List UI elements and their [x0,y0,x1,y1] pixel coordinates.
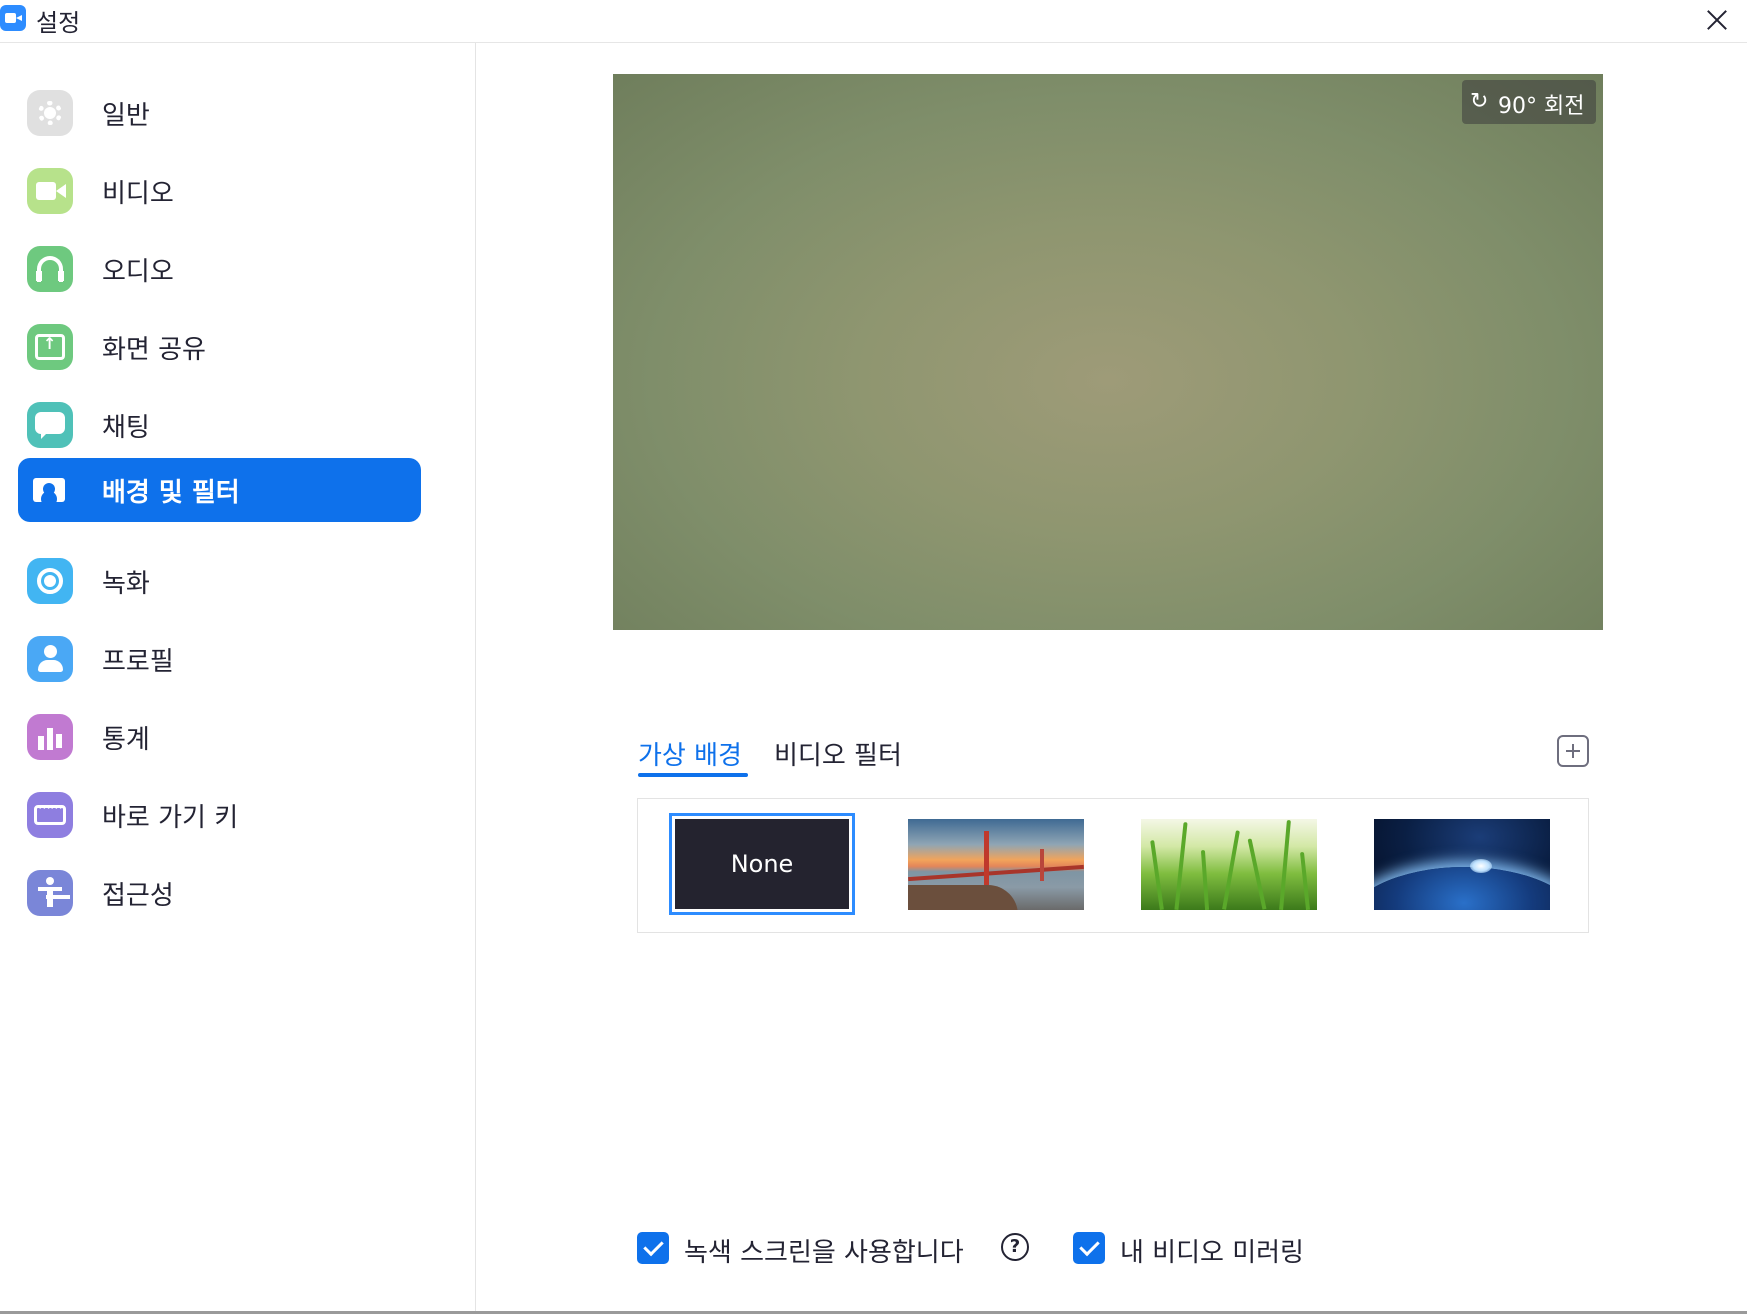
sidebar-item-label: 바로 가기 키 [102,803,239,833]
grass-blade-shape [1150,840,1164,910]
sidebar-item-shortcuts[interactable]: 바로 가기 키 [18,783,421,847]
sidebar-item-label: 녹화 [102,569,150,599]
bridge-tower-shape [984,831,989,885]
sidebar-item-label: 배경 및 필터 [102,478,240,508]
profile-icon [27,636,73,682]
gear-icon [27,90,73,136]
background-portrait-icon [27,467,73,513]
bridge-tower-shape [1040,849,1044,881]
rotate-icon: ↻ [1470,89,1489,114]
background-earth-thumbnail[interactable] [1374,819,1550,910]
grass-blade-shape [1200,849,1210,910]
settings-sidebar: 일반 비디오 오디오 화면 공유 채팅 배경 및 필터 녹화 프로필 통계 바로… [0,43,476,1311]
sidebar-item-label: 화면 공유 [102,335,206,365]
bridge-deck-shape [908,864,1084,882]
sidebar-item-audio[interactable]: 오디오 [18,237,421,301]
rotate-90-button[interactable]: ↻ 90° 회전 [1462,80,1596,124]
sidebar-item-label: 통계 [102,725,150,755]
earth-shape [1374,867,1550,910]
grass-blade-shape [1247,838,1267,910]
grass-blade-shape [1279,819,1291,910]
sidebar-item-label: 오디오 [102,257,174,287]
sidebar-item-label: 접근성 [102,881,174,911]
tab-virtual-background[interactable]: 가상 배경 [638,735,742,772]
mirror-video-label: 내 비디오 미러링 [1120,1238,1304,1268]
keyboard-icon [27,792,73,838]
close-icon[interactable] [1700,3,1734,37]
record-icon [27,558,73,604]
sidebar-item-label: 프로필 [102,647,174,677]
video-camera-icon [27,168,73,214]
active-tab-indicator [638,773,748,777]
sidebar-item-accessibility[interactable]: 접근성 [18,861,421,925]
rotate-label: 90° 회전 [1498,94,1585,119]
help-icon[interactable]: ? [1001,1233,1029,1261]
tab-video-filters[interactable]: 비디오 필터 [774,735,902,772]
background-grass-thumbnail[interactable] [1141,819,1317,910]
sun-glow-shape [1470,859,1492,873]
sidebar-item-label: 일반 [102,101,150,131]
sidebar-item-share-screen[interactable]: 화면 공유 [18,315,421,379]
bar-chart-icon [27,714,73,760]
sidebar-item-general[interactable]: 일반 [18,81,421,145]
background-golden-gate-thumbnail[interactable] [908,819,1084,910]
sidebar-item-recording[interactable]: 녹화 [18,549,421,613]
hill-shape [908,885,1018,910]
sidebar-item-statistics[interactable]: 통계 [18,705,421,769]
window-title: 설정 [36,9,81,37]
grass-blade-shape [1299,851,1311,910]
grass-blade-shape [1222,830,1240,910]
sidebar-item-label: 비디오 [102,179,174,209]
video-preview [613,74,1603,630]
sidebar-item-profile[interactable]: 프로필 [18,627,421,691]
headphones-icon [27,246,73,292]
sidebar-item-background-filters[interactable]: 배경 및 필터 [18,458,421,522]
zoom-camera-icon [0,5,26,31]
grass-blade-shape [1174,822,1188,910]
sidebar-item-label: 채팅 [102,413,150,443]
share-screen-icon [27,324,73,370]
green-screen-checkbox[interactable] [637,1232,669,1264]
sidebar-item-video[interactable]: 비디오 [18,159,421,223]
accessibility-icon [27,870,73,916]
plus-icon[interactable] [1557,735,1589,767]
background-none-thumbnail[interactable]: None [669,813,855,915]
chat-bubble-icon [27,402,73,448]
sidebar-item-chat[interactable]: 채팅 [18,393,421,457]
green-screen-label: 녹색 스크린을 사용합니다 [684,1238,964,1268]
background-none-label: None [675,819,849,909]
title-bar: 설정 [0,0,1747,43]
mirror-video-checkbox[interactable] [1073,1232,1105,1264]
